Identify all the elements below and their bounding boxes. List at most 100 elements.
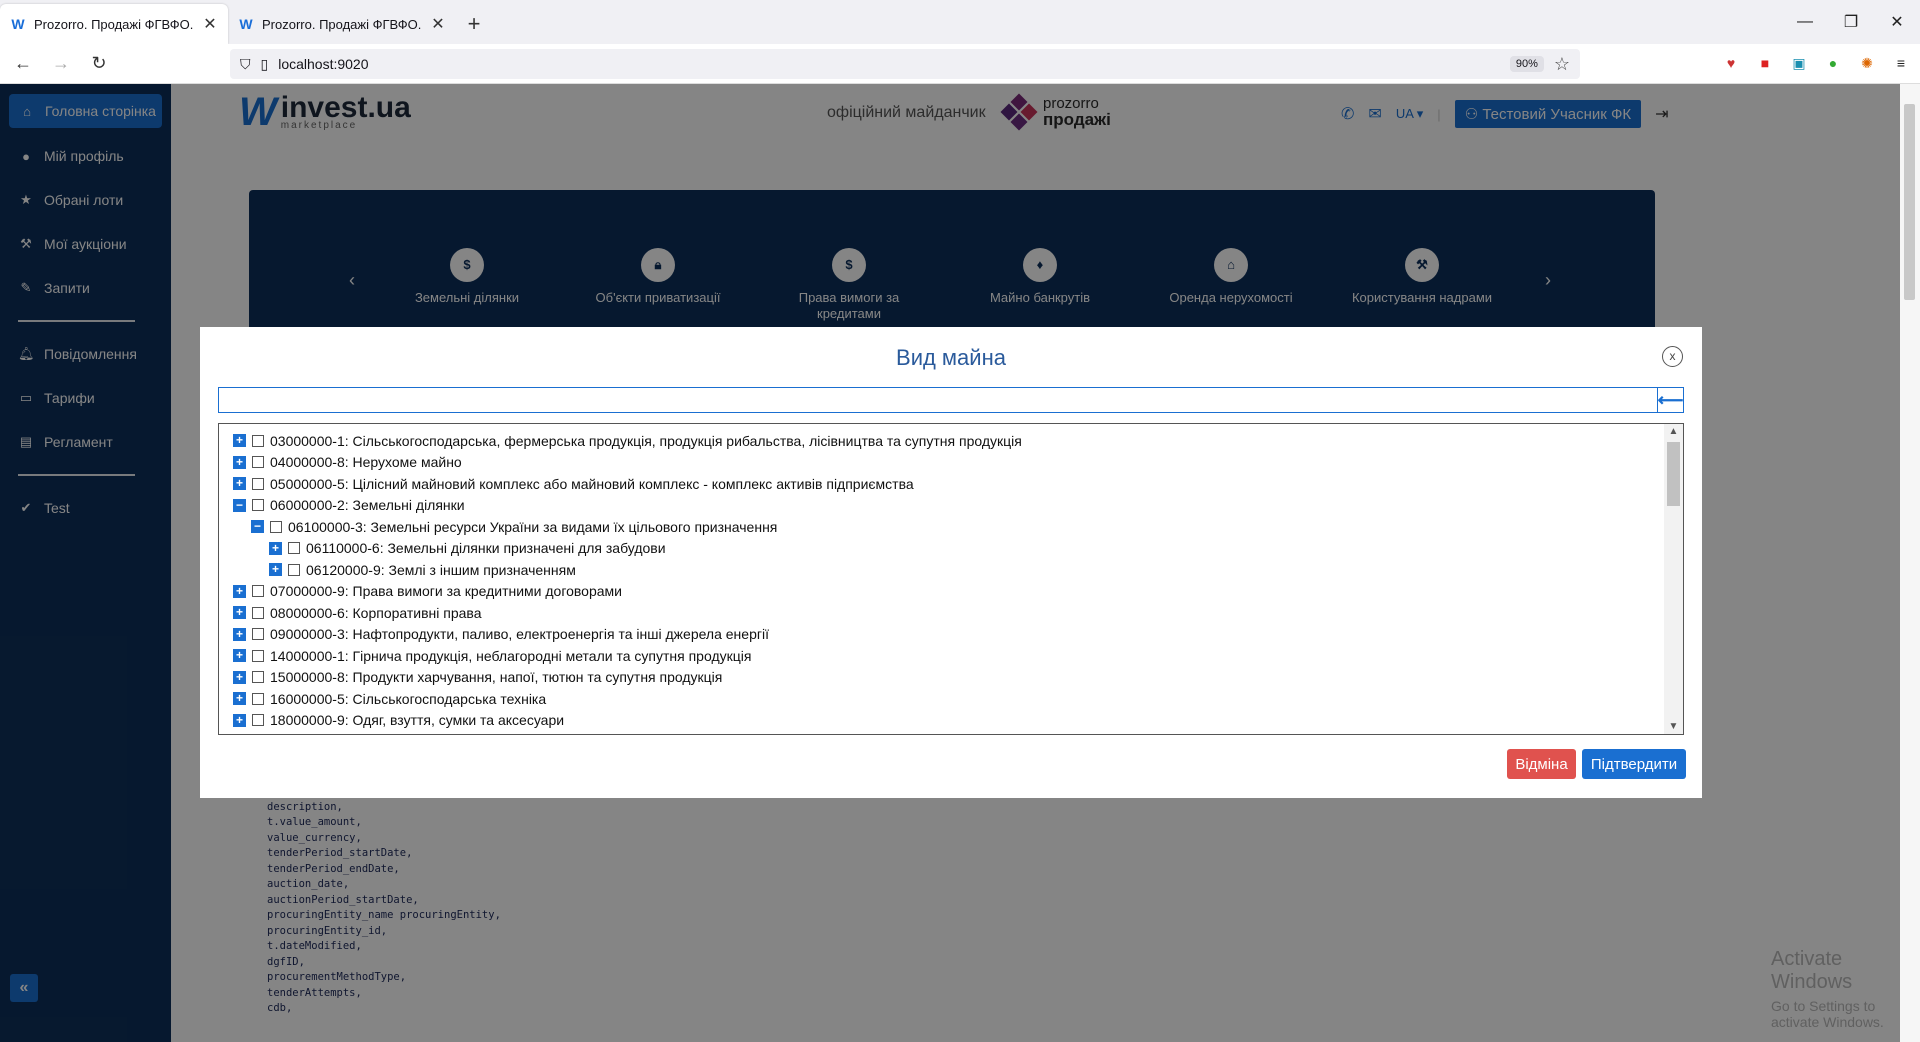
page-icon: ▯	[260, 55, 269, 72]
expand-node-icon[interactable]: +	[233, 477, 246, 491]
tree-node-label[interactable]: 07000000-9: Права вимоги за кредитними д…	[270, 583, 622, 599]
clear-search-arrow-icon[interactable]: ⟵	[1657, 388, 1683, 412]
modal-title: Вид майна	[896, 345, 1006, 370]
reload-icon[interactable]: ↻	[84, 49, 114, 79]
tree-node-checkbox[interactable]	[252, 456, 264, 469]
tree-node-label[interactable]: 06100000-3: Земельні ресурси України за …	[288, 519, 777, 535]
forward-icon[interactable]: →	[46, 49, 76, 79]
browser-tab-1[interactable]: W Prozorro. Продажі ФГВФО. Пр ✕	[0, 4, 228, 44]
tree-node[interactable]: − 06100000-3: Земельні ресурси України за…	[219, 516, 1665, 538]
new-tab-button[interactable]: +	[456, 4, 492, 44]
tree-node-checkbox[interactable]	[252, 671, 264, 684]
extension-save-icon[interactable]: ▣	[1790, 54, 1808, 72]
tree-node[interactable]: +16000000-5: Сільськогосподарська технік…	[219, 688, 1665, 710]
pocket-icon[interactable]: ♥	[1722, 54, 1740, 72]
expand-node-icon[interactable]: +	[233, 692, 246, 706]
tree-node[interactable]: +09000000-3: Нафтопродукти, паливо, елек…	[219, 624, 1665, 646]
address-bar[interactable]: ⛉ ▯ localhost:9020 90% ☆	[230, 49, 1580, 79]
tree-scrollbar[interactable]: ▲ ▼	[1664, 424, 1683, 734]
expand-node-icon[interactable]: +	[233, 434, 246, 448]
zoom-level[interactable]: 90%	[1509, 56, 1544, 72]
modal-close-button[interactable]: x	[1662, 346, 1683, 367]
tree-node-label[interactable]: 16000000-5: Сільськогосподарська техніка	[270, 691, 546, 707]
tree-node[interactable]: +14000000-1: Гірнича продукція, неблагор…	[219, 645, 1665, 667]
tree-node-checkbox[interactable]	[288, 563, 300, 576]
tree-node[interactable]: +15000000-8: Продукти харчування, напої,…	[219, 667, 1665, 689]
tree-node-label[interactable]: 06120000-9: Землі з іншим призначенням	[306, 562, 576, 578]
tree-node-label[interactable]: 04000000-8: Нерухоме майно	[270, 454, 462, 470]
tree-node-checkbox[interactable]	[252, 628, 264, 641]
confirm-button[interactable]: Підтвердити	[1582, 749, 1686, 779]
tree-node-label[interactable]: 09000000-3: Нафтопродукти, паливо, елект…	[270, 626, 769, 642]
scroll-down-arrow-icon[interactable]: ▼	[1664, 721, 1683, 732]
tree-node[interactable]: +18000000-9: Одяг, взуття, сумки та аксе…	[219, 710, 1665, 732]
tree-node[interactable]: +06120000-9: Землі з іншим призначенням	[219, 559, 1665, 581]
scroll-up-arrow-icon[interactable]: ▲	[1664, 426, 1683, 437]
tree-node[interactable]: +04000000-8: Нерухоме майно	[219, 452, 1665, 474]
tree-node-checkbox[interactable]	[252, 434, 264, 447]
minimize-icon[interactable]: —	[1782, 0, 1828, 44]
tree-node[interactable]: +05000000-5: Цілісний майновий комплекс …	[219, 473, 1665, 495]
window-close-icon[interactable]: ✕	[1874, 0, 1920, 44]
browser-tab-2[interactable]: W Prozorro. Продажі ФГВФО. Пр ✕	[228, 4, 456, 44]
tree-list: +03000000-1: Сільськогосподарська, ферме…	[219, 430, 1665, 731]
tree-node-checkbox[interactable]	[252, 585, 264, 598]
tab-close-icon[interactable]: ✕	[430, 14, 446, 34]
restore-icon[interactable]: ❐	[1828, 0, 1874, 44]
browser-tab-bar: W Prozorro. Продажі ФГВФО. Пр ✕ W Prozor…	[0, 0, 1920, 44]
tree-node-label[interactable]: 14000000-1: Гірнича продукція, неблагоро…	[270, 648, 751, 664]
expand-node-icon[interactable]: +	[269, 541, 282, 555]
tab-title: Prozorro. Продажі ФГВФО. Пр	[262, 16, 422, 32]
expand-node-icon[interactable]: +	[233, 455, 246, 469]
tree-node-label[interactable]: 03000000-1: Сільськогосподарська, фермер…	[270, 433, 1022, 449]
tab-close-icon[interactable]: ✕	[202, 14, 218, 34]
expand-node-icon[interactable]: +	[233, 649, 246, 663]
collapse-node-icon[interactable]: −	[251, 520, 264, 534]
tree-search-input[interactable]	[219, 388, 1657, 412]
tree-node-label[interactable]: 06000000-2: Земельні ділянки	[270, 497, 465, 513]
expand-node-icon[interactable]: +	[233, 713, 246, 727]
tree-node-label[interactable]: 08000000-6: Корпоративні права	[270, 605, 482, 621]
tree-node[interactable]: − 06000000-2: Земельні ділянки	[219, 495, 1665, 517]
tree-node[interactable]: +07000000-9: Права вимоги за кредитними …	[219, 581, 1665, 603]
page-scrollbar[interactable]	[1900, 84, 1920, 1042]
page-viewport: ⌂ Головна сторінка ● Мій профіль ★ Обран…	[0, 84, 1920, 1042]
tree-node-label[interactable]: 05000000-5: Цілісний майновий комплекс а…	[270, 476, 914, 492]
tree-node-checkbox[interactable]	[252, 499, 264, 512]
collapse-node-icon[interactable]: −	[233, 498, 246, 512]
expand-node-icon[interactable]: +	[233, 627, 246, 641]
tree-node-checkbox[interactable]	[252, 477, 264, 490]
tree-node[interactable]: +03000000-1: Сільськогосподарська, ферме…	[219, 430, 1665, 452]
tree-node-checkbox[interactable]	[270, 520, 282, 533]
browser-nav-bar: ← → ↻ ⛉ ▯ localhost:9020 90% ☆ ♥ ■ ▣ ● ✺…	[0, 44, 1920, 84]
expand-node-icon[interactable]: +	[233, 670, 246, 684]
window-controls: — ❐ ✕	[1782, 0, 1920, 44]
bookmark-star-icon[interactable]: ☆	[1554, 54, 1570, 75]
page-scrollbar-thumb[interactable]	[1904, 104, 1915, 300]
extension-red-icon[interactable]: ■	[1756, 54, 1774, 72]
tree-node-checkbox[interactable]	[252, 714, 264, 727]
expand-node-icon[interactable]: +	[269, 563, 282, 577]
tab-title: Prozorro. Продажі ФГВФО. Пр	[34, 16, 194, 32]
tree-node-checkbox[interactable]	[252, 606, 264, 619]
favicon-icon: W	[11, 16, 25, 32]
tree-search: ⟵	[218, 387, 1684, 413]
extension-green-icon[interactable]: ●	[1824, 54, 1842, 72]
cancel-button[interactable]: Відміна	[1507, 749, 1576, 779]
expand-node-icon[interactable]: +	[233, 584, 246, 598]
tree-node-label[interactable]: 15000000-8: Продукти харчування, напої, …	[270, 669, 722, 685]
tree-node-label[interactable]: 06110000-6: Земельні ділянки призначені …	[306, 540, 666, 556]
tree-node-label[interactable]: 18000000-9: Одяг, взуття, сумки та аксес…	[270, 712, 564, 728]
expand-node-icon[interactable]: +	[233, 606, 246, 620]
tree-scrollbar-thumb[interactable]	[1667, 442, 1680, 506]
tree-node-checkbox[interactable]	[252, 649, 264, 662]
extension-orange-icon[interactable]: ✺	[1858, 54, 1876, 72]
tree-node[interactable]: +06110000-6: Земельні ділянки призначені…	[219, 538, 1665, 560]
tree-node-checkbox[interactable]	[288, 542, 300, 555]
back-icon[interactable]: ←	[8, 49, 38, 79]
classifier-tree: +03000000-1: Сільськогосподарська, ферме…	[218, 423, 1684, 735]
menu-icon[interactable]: ≡	[1892, 54, 1910, 72]
tree-node[interactable]: +08000000-6: Корпоративні права	[219, 602, 1665, 624]
tree-node-checkbox[interactable]	[252, 692, 264, 705]
extensions-toolbar: ♥ ■ ▣ ● ✺ ≡	[1722, 54, 1910, 72]
